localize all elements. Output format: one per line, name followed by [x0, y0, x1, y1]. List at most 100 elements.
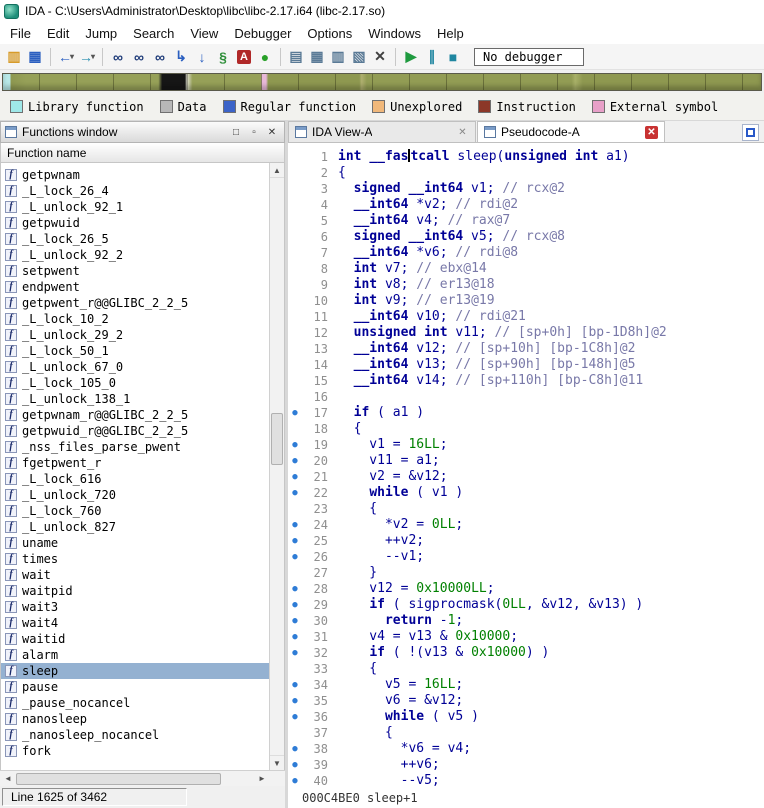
- menu-search[interactable]: Search: [125, 24, 182, 43]
- save-icon[interactable]: ▦: [25, 47, 45, 67]
- tab-close-icon-red[interactable]: ✕: [645, 126, 658, 139]
- code-line[interactable]: ●24 *v2 = 0LL;: [288, 517, 764, 533]
- code-line[interactable]: ●35 v6 = &v12;: [288, 693, 764, 709]
- menu-debugger[interactable]: Debugger: [226, 24, 299, 43]
- search-text-icon[interactable]: ∞: [150, 47, 170, 67]
- function-list-item[interactable]: fsleep: [1, 663, 284, 679]
- function-list-item[interactable]: f_L_lock_10_2: [1, 311, 284, 327]
- function-list-item[interactable]: f_L_unlock_720: [1, 487, 284, 503]
- code-line[interactable]: ●26 --v1;: [288, 549, 764, 565]
- code-line[interactable]: 11 __int64 v10; // rdi@21: [288, 309, 764, 325]
- function-list-item[interactable]: funame: [1, 535, 284, 551]
- scroll-left-arrow[interactable]: ◄: [0, 771, 16, 786]
- search-binoculars-icon[interactable]: ∞: [108, 47, 128, 67]
- horizontal-scrollbar[interactable]: ◄ ►: [0, 770, 285, 786]
- view-switcher-button[interactable]: [742, 124, 759, 141]
- menu-view[interactable]: View: [182, 24, 226, 43]
- code-line[interactable]: ●17 if ( a1 ): [288, 405, 764, 421]
- function-list-item[interactable]: f_L_unlock_92_2: [1, 247, 284, 263]
- code-line[interactable]: 12 unsigned int v11; // [sp+0h] [bp-1D8h…: [288, 325, 764, 341]
- code-line[interactable]: 3 signed __int64 v1; // rcx@2: [288, 181, 764, 197]
- code-line[interactable]: 27 }: [288, 565, 764, 581]
- function-list-item[interactable]: fgetpwnam: [1, 167, 284, 183]
- menu-jump[interactable]: Jump: [77, 24, 125, 43]
- code-line[interactable]: ●30 return -1;: [288, 613, 764, 629]
- code-line[interactable]: ●31 v4 = v13 & 0x10000;: [288, 629, 764, 645]
- menu-file[interactable]: File: [2, 24, 39, 43]
- function-list-item[interactable]: fwait: [1, 567, 284, 583]
- function-list-item[interactable]: fwait4: [1, 615, 284, 631]
- code-line[interactable]: 37 {: [288, 725, 764, 741]
- code-line[interactable]: 5 __int64 v4; // rax@7: [288, 213, 764, 229]
- function-list-item[interactable]: f_L_unlock_92_1: [1, 199, 284, 215]
- code-line[interactable]: 10 int v9; // er13@19: [288, 293, 764, 309]
- code-line[interactable]: ●40 --v5;: [288, 773, 764, 789]
- code-line[interactable]: ●39 ++v6;: [288, 757, 764, 773]
- horizontal-scroll-thumb[interactable]: [16, 773, 221, 785]
- code-line[interactable]: ●28 v12 = 0x10000LL;: [288, 581, 764, 597]
- search-again-icon[interactable]: ∞: [129, 47, 149, 67]
- menu-edit[interactable]: Edit: [39, 24, 77, 43]
- function-list-item[interactable]: fpause: [1, 679, 284, 695]
- code-line[interactable]: 23 {: [288, 501, 764, 517]
- segments-icon[interactable]: ▧: [349, 47, 369, 67]
- function-list-item[interactable]: falarm: [1, 647, 284, 663]
- code-line[interactable]: 6 signed __int64 v5; // rcx@8: [288, 229, 764, 245]
- code-line[interactable]: 8 int v7; // ebx@14: [288, 261, 764, 277]
- function-list-item[interactable]: f_L_unlock_138_1: [1, 391, 284, 407]
- code-line[interactable]: 33 {: [288, 661, 764, 677]
- function-list-item[interactable]: f_L_lock_26_4: [1, 183, 284, 199]
- function-name-column-header[interactable]: Function name: [0, 143, 285, 163]
- pause-process-icon[interactable]: ∥: [422, 47, 442, 67]
- code-line[interactable]: ●25 ++v2;: [288, 533, 764, 549]
- tab-close-icon[interactable]: ✕: [456, 126, 469, 139]
- function-list-item[interactable]: fgetpwuid: [1, 215, 284, 231]
- function-list-item[interactable]: f_nss_files_parse_pwent: [1, 439, 284, 455]
- scroll-up-arrow[interactable]: ▲: [270, 163, 284, 178]
- maximize-button[interactable]: □: [228, 124, 244, 140]
- vertical-scrollbar[interactable]: ▲ ▼: [269, 163, 284, 770]
- code-line[interactable]: 15 __int64 v14; // [sp+110h] [bp-C8h]@11: [288, 373, 764, 389]
- code-line[interactable]: 14 __int64 v13; // [sp+90h] [bp-148h]@5: [288, 357, 764, 373]
- function-list-item[interactable]: f_nanosleep_nocancel: [1, 727, 284, 743]
- down-arrow-icon[interactable]: ↓: [192, 47, 212, 67]
- code-line[interactable]: ●29 if ( sigprocmask(0LL, &v12, &v13) ): [288, 597, 764, 613]
- function-list-item[interactable]: ffgetpwent_r: [1, 455, 284, 471]
- code-line[interactable]: ●36 while ( v5 ): [288, 709, 764, 725]
- ok-icon[interactable]: ●: [255, 47, 275, 67]
- code-line[interactable]: 4 __int64 *v2; // rdi@2: [288, 197, 764, 213]
- code-line[interactable]: ●19 v1 = 16LL;: [288, 437, 764, 453]
- function-list-item[interactable]: f_L_lock_760: [1, 503, 284, 519]
- open-file-icon[interactable]: ▥: [4, 47, 24, 67]
- function-list-item[interactable]: ffork: [1, 743, 284, 759]
- function-list-item[interactable]: fendpwent: [1, 279, 284, 295]
- function-list-item[interactable]: fgetpwnam_r@@GLIBC_2_2_5: [1, 407, 284, 423]
- jump-address-icon[interactable]: ↳: [171, 47, 191, 67]
- code-line[interactable]: 13 __int64 v12; // [sp+10h] [bp-1C8h]@2: [288, 341, 764, 357]
- code-line[interactable]: ●22 while ( v1 ): [288, 485, 764, 501]
- function-list-item[interactable]: fwaitpid: [1, 583, 284, 599]
- function-list-item[interactable]: f_L_unlock_67_0: [1, 359, 284, 375]
- function-list-item[interactable]: fgetpwent_r@@GLIBC_2_2_5: [1, 295, 284, 311]
- back-icon[interactable]: ←▾: [56, 47, 76, 67]
- code-line[interactable]: ●21 v2 = &v12;: [288, 469, 764, 485]
- forward-icon[interactable]: →▾: [77, 47, 97, 67]
- function-list-item[interactable]: f_L_lock_616: [1, 471, 284, 487]
- code-line[interactable]: 18 {: [288, 421, 764, 437]
- delete-icon[interactable]: ✕: [370, 47, 390, 67]
- scroll-right-arrow[interactable]: ►: [254, 771, 270, 786]
- strings-icon[interactable]: A: [234, 47, 254, 67]
- function-list-item[interactable]: f_L_lock_50_1: [1, 343, 284, 359]
- tab-pseudocode-a[interactable]: Pseudocode-A ✕: [477, 121, 665, 142]
- code-line[interactable]: 9 int v8; // er13@18: [288, 277, 764, 293]
- enums-icon[interactable]: ▥: [328, 47, 348, 67]
- code-line[interactable]: ●38 *v6 = v4;: [288, 741, 764, 757]
- code-line[interactable]: ●20 v11 = a1;: [288, 453, 764, 469]
- menu-windows[interactable]: Windows: [360, 24, 429, 43]
- debugger-selector[interactable]: No debugger: [474, 48, 584, 66]
- function-list-item[interactable]: f_pause_nocancel: [1, 695, 284, 711]
- navigation-band[interactable]: [2, 73, 762, 91]
- function-list-item[interactable]: fsetpwent: [1, 263, 284, 279]
- function-list-item[interactable]: fgetpwuid_r@@GLIBC_2_2_5: [1, 423, 284, 439]
- structures-icon[interactable]: ▦: [307, 47, 327, 67]
